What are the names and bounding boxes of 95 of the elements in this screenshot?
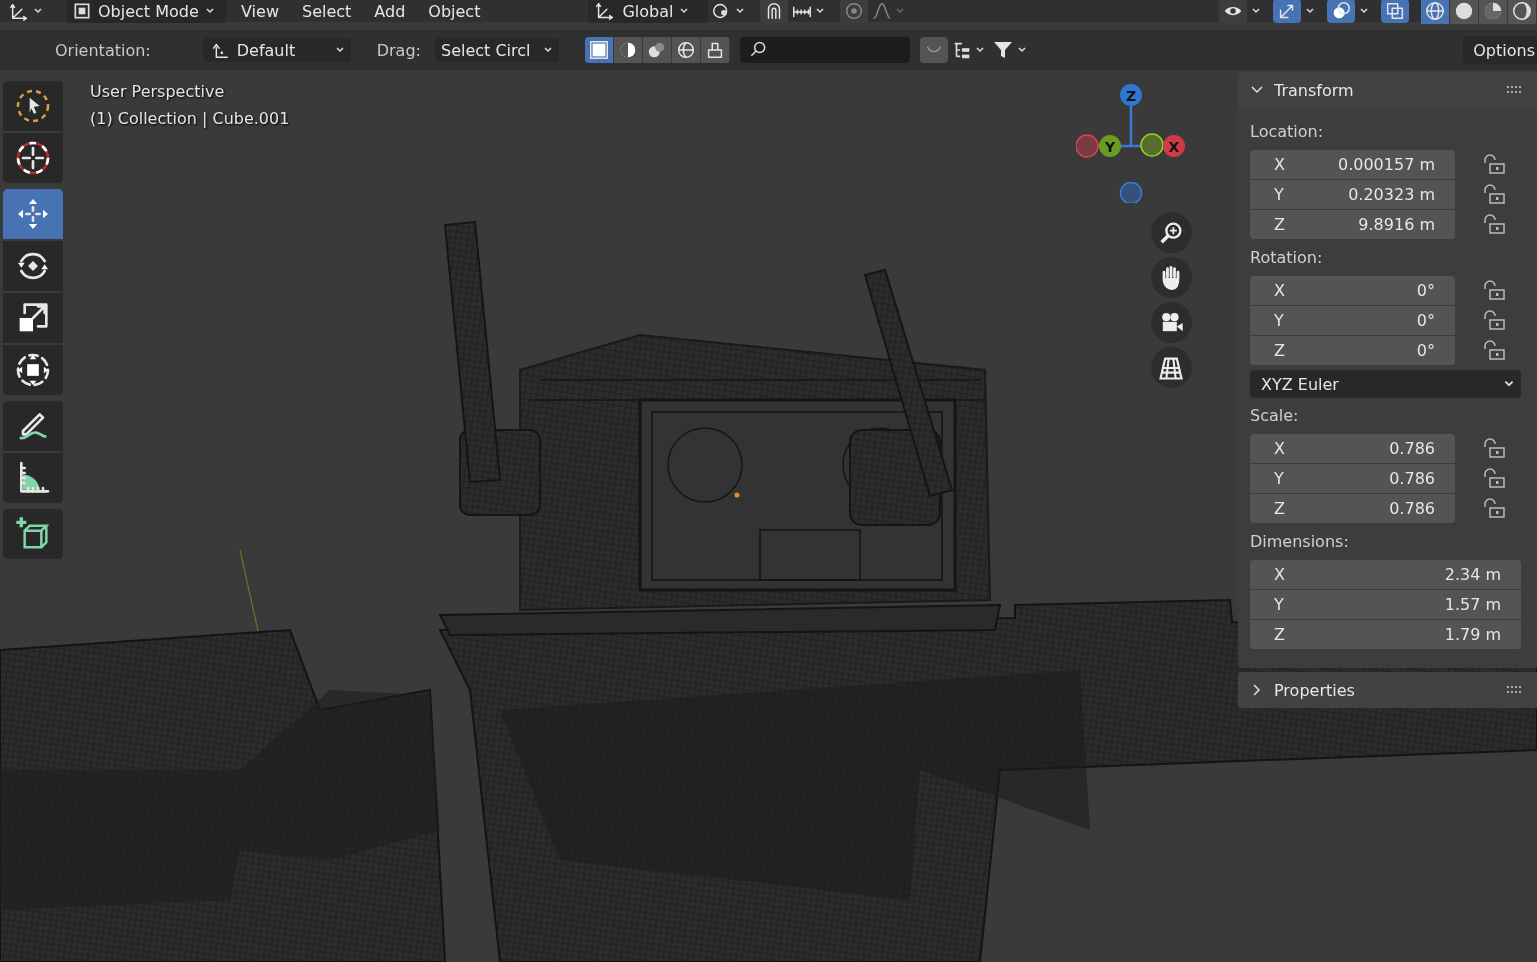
sphere-icon xyxy=(1482,0,1504,22)
orientation-dropdown[interactable]: Global xyxy=(588,0,709,23)
caret-icon xyxy=(204,6,215,16)
panel-title: Transform xyxy=(1274,80,1355,100)
caret-icon xyxy=(542,45,553,55)
caret-icon xyxy=(735,6,746,16)
scale-tool-button[interactable] xyxy=(3,293,63,343)
padlock-icon[interactable] xyxy=(1483,498,1507,520)
number-field[interactable]: X 0° xyxy=(1250,276,1455,305)
caret-icon xyxy=(974,45,985,55)
menu-item[interactable]: Object xyxy=(428,1,481,21)
select-mode-invert-button[interactable] xyxy=(671,37,701,63)
select-mode-intersect-button[interactable] xyxy=(700,37,730,63)
measure-tool-button[interactable] xyxy=(3,453,63,503)
sphere-icon xyxy=(1511,0,1533,22)
annotate-tool-button[interactable] xyxy=(3,401,63,451)
move-tool-button[interactable] xyxy=(3,189,63,239)
axis-ball[interactable]: X xyxy=(1163,135,1185,157)
view-name: User Perspective xyxy=(90,81,225,103)
select-mode-set-button[interactable] xyxy=(584,37,614,63)
axis-ball[interactable] xyxy=(1140,133,1164,157)
rotate-tool-button[interactable] xyxy=(3,241,63,291)
padlock-icon[interactable] xyxy=(1483,438,1507,460)
squares-icon xyxy=(1384,0,1406,22)
caret-icon[interactable] xyxy=(1251,6,1261,16)
axis-ball[interactable]: Y xyxy=(1099,135,1121,157)
number-field[interactable]: Z 9.8916 m xyxy=(1250,210,1455,239)
add-cube-tool-button[interactable] xyxy=(3,509,63,559)
orientation-label: Orientation: xyxy=(55,40,151,60)
padlock-icon[interactable] xyxy=(1483,184,1507,206)
drag-dropdown[interactable]: Select Circl xyxy=(434,38,559,62)
visibility-toggle[interactable] xyxy=(1219,0,1247,23)
select-mode-icon xyxy=(587,39,610,61)
overlays-toggle[interactable] xyxy=(1327,0,1355,23)
gizmos-toggle[interactable] xyxy=(1273,0,1301,23)
grip-icon[interactable] xyxy=(1507,86,1523,94)
menu-item[interactable]: View xyxy=(241,1,279,21)
select-mode-subtract-button[interactable] xyxy=(642,37,672,63)
padlock-icon[interactable] xyxy=(1483,340,1507,362)
filter-mode-button[interactable] xyxy=(919,37,948,63)
object-info: (1) Collection | Cube.001 xyxy=(90,108,290,130)
caret-icon[interactable] xyxy=(1305,6,1315,16)
properties-panel-header[interactable]: Properties xyxy=(1238,672,1537,708)
number-field[interactable]: X 2.34 m xyxy=(1250,560,1521,589)
caret-icon xyxy=(679,6,690,16)
number-field[interactable]: X 0.786 xyxy=(1250,434,1455,463)
orientation-dropdown[interactable]: Default xyxy=(202,38,351,62)
menu-item[interactable]: Select xyxy=(301,1,352,21)
caret-icon xyxy=(815,6,826,16)
xray-toggle[interactable] xyxy=(1381,0,1409,23)
caret-icon xyxy=(334,45,345,55)
group-label: Location: xyxy=(1250,121,1325,143)
caret-icon[interactable] xyxy=(1359,6,1369,16)
caret-icon xyxy=(895,6,906,16)
grip-icon[interactable] xyxy=(1507,686,1523,694)
group-label: Rotation: xyxy=(1250,247,1324,269)
cursor-tool-button[interactable] xyxy=(3,133,63,183)
options-button[interactable]: Options xyxy=(1463,36,1537,64)
panel-title: Properties xyxy=(1274,680,1356,700)
select-tool-button[interactable] xyxy=(3,81,63,131)
caret-icon xyxy=(33,6,43,16)
rotation-mode-dropdown[interactable]: XYZ Euler xyxy=(1250,370,1521,398)
padlock-icon[interactable] xyxy=(1483,310,1507,332)
number-field[interactable]: Z 1.79 m xyxy=(1250,620,1521,649)
transform-tool-button[interactable] xyxy=(3,345,63,395)
rendered-shading-button[interactable] xyxy=(1508,0,1537,24)
menu-item[interactable]: Add xyxy=(374,1,406,21)
padlock-icon[interactable] xyxy=(1483,154,1507,176)
drag-label: Drag: xyxy=(376,40,421,60)
snap-toggle[interactable] xyxy=(760,0,789,23)
axis-ball[interactable]: Z xyxy=(1120,84,1142,106)
caret-icon xyxy=(1016,45,1027,55)
padlock-icon[interactable] xyxy=(1483,214,1507,236)
number-field[interactable]: Y 0° xyxy=(1250,306,1455,335)
wireframe-shading-button[interactable] xyxy=(1421,0,1450,24)
proportional-editing-toggle[interactable] xyxy=(840,0,869,23)
number-field[interactable]: Z 0° xyxy=(1250,336,1455,365)
number-field[interactable]: Y 0.786 xyxy=(1250,464,1455,493)
material-shading-button[interactable] xyxy=(1479,0,1508,24)
sphere-icon xyxy=(1453,0,1475,22)
mode-dropdown[interactable]: Object Mode xyxy=(66,0,226,23)
group-label: Dimensions: xyxy=(1250,531,1350,553)
number-field[interactable]: Y 0.20323 m xyxy=(1250,180,1455,209)
number-field[interactable]: X 0.000157 m xyxy=(1250,150,1455,179)
number-field[interactable]: Z 0.786 xyxy=(1250,494,1455,523)
padlock-icon[interactable] xyxy=(1483,280,1507,302)
transform-panel-header[interactable]: Transform xyxy=(1238,72,1537,108)
select-mode-extend-button[interactable] xyxy=(613,37,643,63)
search-field[interactable] xyxy=(739,37,910,63)
sphere-icon xyxy=(1424,0,1446,22)
padlock-icon[interactable] xyxy=(1483,468,1507,490)
group-label: Scale: xyxy=(1250,405,1300,427)
solid-shading-button[interactable] xyxy=(1450,0,1479,24)
number-field[interactable]: Y 1.57 m xyxy=(1250,590,1521,619)
cube-icon xyxy=(72,1,92,21)
